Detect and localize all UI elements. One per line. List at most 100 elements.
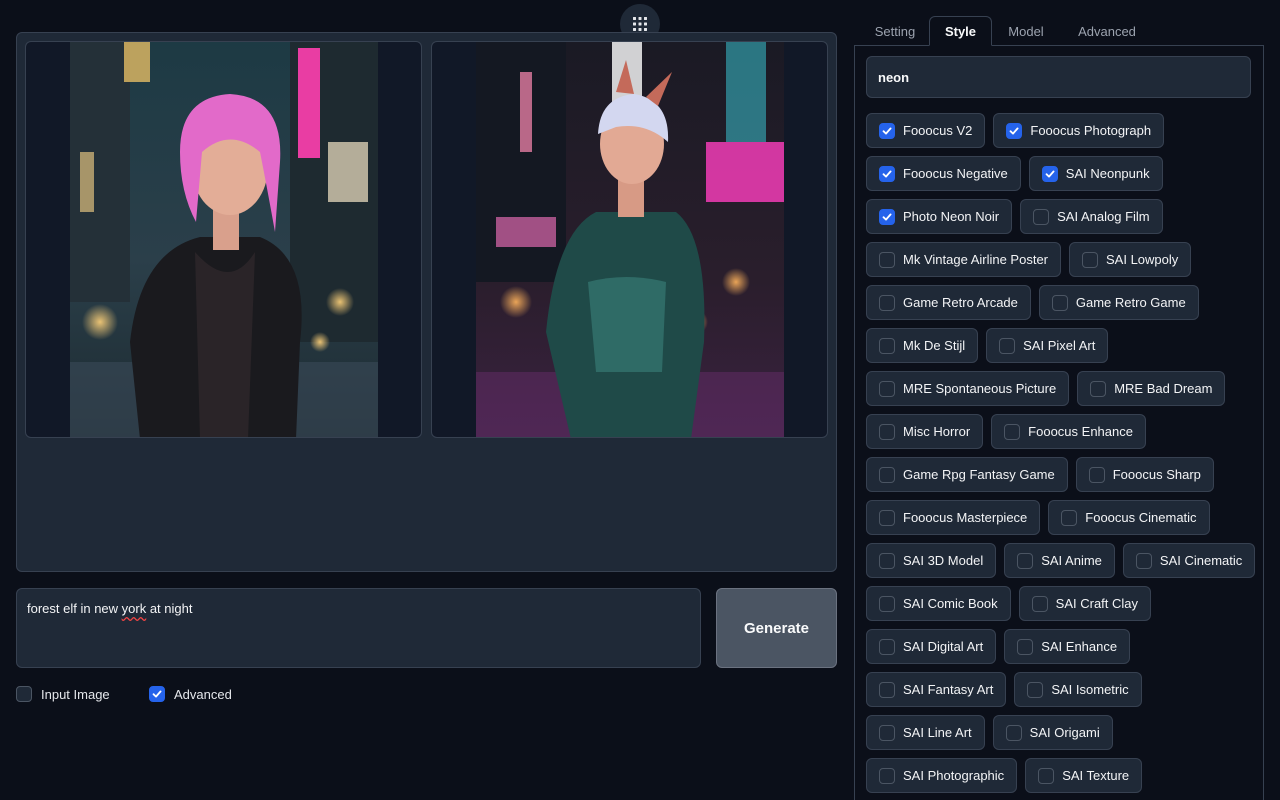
tab-model[interactable]: Model xyxy=(994,16,1058,46)
style-option[interactable]: Mk De Stijl xyxy=(866,328,979,363)
checkbox-box[interactable] xyxy=(879,294,895,311)
style-option-label: SAI Lowpoly xyxy=(1106,252,1179,267)
input-image-checkbox[interactable]: Input Image xyxy=(16,686,110,702)
checkbox-box[interactable] xyxy=(879,208,895,225)
checkbox-box[interactable] xyxy=(879,509,895,526)
style-option-label: SAI Pixel Art xyxy=(1023,338,1096,353)
style-option[interactable]: SAI Anime xyxy=(1004,543,1115,578)
checkbox-box[interactable] xyxy=(1135,552,1152,569)
style-option[interactable]: SAI Fantasy Art xyxy=(866,672,1007,707)
checkbox-box[interactable] xyxy=(879,466,895,483)
check-icon xyxy=(882,169,892,179)
style-option[interactable]: MRE Bad Dream xyxy=(1077,371,1226,406)
style-option-label: Mk De Stijl xyxy=(903,338,966,353)
style-option[interactable]: Misc Horror xyxy=(866,414,984,449)
gallery-thumbnail[interactable] xyxy=(431,41,828,438)
style-option[interactable]: Fooocus Sharp xyxy=(1075,457,1214,492)
checkbox-box[interactable] xyxy=(1090,380,1107,397)
checkbox-box[interactable] xyxy=(879,595,895,612)
checkbox-box[interactable] xyxy=(1041,165,1058,182)
tab-style[interactable]: Style xyxy=(929,16,992,46)
style-option[interactable]: SAI Photographic xyxy=(866,758,1018,793)
style-option-label: Fooocus Cinematic xyxy=(1085,510,1197,525)
style-option[interactable]: Fooocus Photograph xyxy=(993,113,1165,148)
style-option[interactable]: Fooocus V2 xyxy=(866,113,986,148)
checkbox-box[interactable] xyxy=(879,122,895,139)
checkbox-box[interactable] xyxy=(879,337,895,354)
checkbox-box[interactable] xyxy=(1005,724,1022,741)
style-option-label: Fooocus Masterpiece xyxy=(903,510,1028,525)
style-option[interactable]: SAI Pixel Art xyxy=(986,328,1109,363)
style-option[interactable]: Fooocus Negative xyxy=(866,156,1021,191)
style-option[interactable]: Game Retro Arcade xyxy=(866,285,1031,320)
checkbox-box[interactable] xyxy=(879,423,895,440)
style-option[interactable]: SAI Texture xyxy=(1025,758,1143,793)
tab-setting[interactable]: Setting xyxy=(858,16,932,46)
checkbox-box[interactable] xyxy=(879,251,895,268)
style-option-label: SAI Line Art xyxy=(903,725,972,740)
checkbox-box[interactable] xyxy=(1027,681,1044,698)
generated-image-pink-hair-elf xyxy=(70,42,378,437)
check-icon xyxy=(1045,169,1055,179)
checkbox-box[interactable] xyxy=(1038,767,1055,784)
prompt-text: at night xyxy=(146,601,193,616)
checkbox-box[interactable] xyxy=(879,767,895,784)
advanced-checkbox[interactable]: Advanced xyxy=(149,686,232,702)
style-option[interactable]: SAI Line Art xyxy=(866,715,985,750)
advanced-label: Advanced xyxy=(174,686,232,702)
checkbox-box[interactable] xyxy=(879,724,895,741)
style-option[interactable]: SAI Isometric xyxy=(1014,672,1142,707)
checkbox-box[interactable] xyxy=(1017,638,1034,655)
gallery-thumbnail[interactable] xyxy=(25,41,422,438)
checkbox-box[interactable] xyxy=(149,686,165,702)
style-option-label: SAI Isometric xyxy=(1051,682,1129,697)
prompt-text: forest elf in new xyxy=(27,601,122,616)
style-option-label: SAI Analog Film xyxy=(1057,209,1150,224)
style-option[interactable]: SAI Cinematic xyxy=(1122,543,1256,578)
checkbox-box[interactable] xyxy=(1004,423,1021,440)
checkbox-box[interactable] xyxy=(1033,208,1050,225)
tab-advanced[interactable]: Advanced xyxy=(1064,16,1150,46)
style-checkbox-group: Fooocus V2 Fooocus Photograph Fooocus Nega… xyxy=(866,113,1256,793)
style-option[interactable]: MRE Spontaneous Picture xyxy=(866,371,1070,406)
checkbox-box[interactable] xyxy=(1006,122,1023,139)
checkbox-box[interactable] xyxy=(879,638,895,655)
style-option-label: Fooocus V2 xyxy=(903,123,973,138)
checkbox-box[interactable] xyxy=(1061,509,1078,526)
style-option[interactable]: Photo Neon Noir xyxy=(866,199,1013,234)
checkbox-box[interactable] xyxy=(1031,595,1048,612)
checkbox-box[interactable] xyxy=(879,552,895,569)
style-option-label: SAI Photographic xyxy=(903,768,1005,783)
style-option[interactable]: Mk Vintage Airline Poster xyxy=(866,242,1061,277)
style-option-label: SAI Digital Art xyxy=(903,639,984,654)
style-option[interactable]: Game Retro Game xyxy=(1038,285,1199,320)
style-option[interactable]: SAI Comic Book xyxy=(866,586,1011,621)
checkbox-box[interactable] xyxy=(879,380,895,397)
generate-button[interactable]: Generate xyxy=(716,588,837,668)
style-option[interactable]: Fooocus Enhance xyxy=(991,414,1146,449)
style-option[interactable]: SAI Enhance xyxy=(1004,629,1131,664)
checkbox-box[interactable] xyxy=(1017,552,1034,569)
checkbox-box[interactable] xyxy=(1082,251,1098,268)
checkbox-box[interactable] xyxy=(1051,294,1068,311)
checkbox-box[interactable] xyxy=(1088,466,1105,483)
prompt-textarea[interactable]: forest elf in new york at night xyxy=(16,588,701,668)
checkbox-box[interactable] xyxy=(16,686,32,702)
style-option[interactable]: SAI Lowpoly xyxy=(1069,242,1192,277)
checkbox-box[interactable] xyxy=(999,337,1016,354)
style-option[interactable]: SAI Digital Art xyxy=(866,629,997,664)
checkbox-box[interactable] xyxy=(879,165,895,182)
style-search-input[interactable]: neon xyxy=(866,56,1251,98)
style-option[interactable]: SAI Craft Clay xyxy=(1018,586,1152,621)
style-option[interactable]: Game Rpg Fantasy Game xyxy=(866,457,1068,492)
style-option[interactable]: SAI Origami xyxy=(992,715,1113,750)
style-option[interactable]: SAI Neonpunk xyxy=(1028,156,1163,191)
style-option[interactable]: Fooocus Cinematic xyxy=(1048,500,1210,535)
checkbox-box[interactable] xyxy=(879,681,895,698)
style-option-label: SAI Cinematic xyxy=(1159,553,1243,568)
style-option[interactable]: SAI Analog Film xyxy=(1020,199,1163,234)
style-option-label: SAI Texture xyxy=(1062,768,1130,783)
style-option[interactable]: Fooocus Masterpiece xyxy=(866,500,1041,535)
style-option[interactable]: SAI 3D Model xyxy=(866,543,997,578)
style-option-label: Game Retro Arcade xyxy=(903,295,1018,310)
